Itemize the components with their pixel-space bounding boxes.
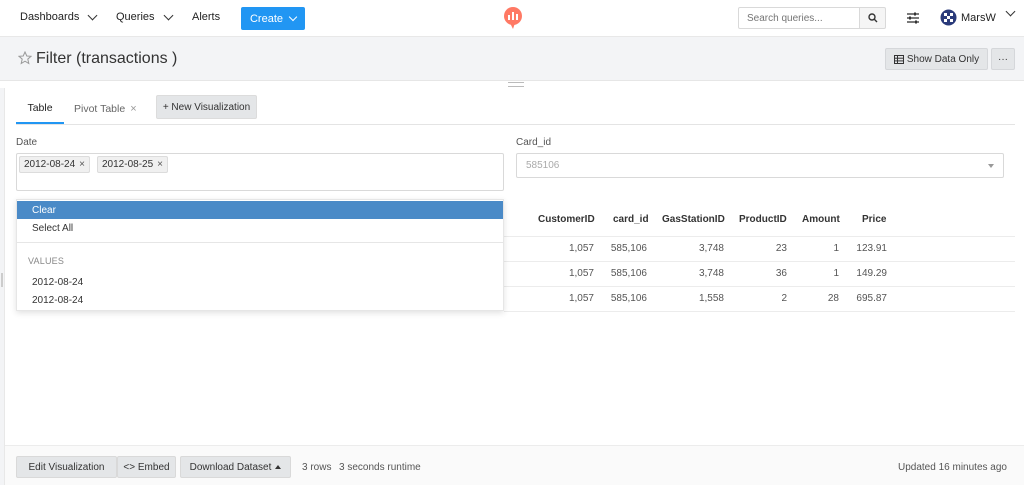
dropdown-group-label: VALUES — [28, 256, 65, 266]
table-row-divider — [504, 261, 1015, 262]
dropdown-divider — [17, 242, 503, 243]
chevron-down-icon — [87, 10, 98, 20]
table-cell: 36 — [775, 268, 787, 279]
date-tag-label: 2012-08-24 — [24, 159, 76, 170]
new-visualization-button[interactable]: + New Visualization — [156, 95, 257, 119]
table-cell: 3,748 — [698, 243, 724, 254]
edit-visualization-label: Edit Visualization — [28, 461, 105, 473]
create-button[interactable]: Create — [241, 7, 305, 30]
row-count: 3 rows — [302, 462, 332, 473]
table-cell: 1,057 — [568, 268, 594, 279]
card-id-filter-select[interactable]: 585106 — [516, 153, 1004, 178]
table-cell: 3,748 — [698, 268, 724, 279]
query-footer: Edit Visualization <> Embed Download Dat… — [5, 445, 1024, 485]
chevron-down-icon — [163, 10, 173, 20]
nav-dashboards-label: Dashboards — [20, 11, 80, 23]
column-header-productid[interactable]: ProductID — [739, 214, 787, 225]
more-options-button[interactable]: ··· — [991, 48, 1015, 70]
left-panel-grip[interactable] — [1, 273, 3, 287]
search-input[interactable] — [738, 7, 860, 29]
page-title[interactable]: Filter (transactions ) — [36, 50, 177, 68]
edit-visualization-button[interactable]: Edit Visualization — [16, 456, 117, 478]
column-header-amount[interactable]: Amount — [802, 214, 840, 225]
create-button-label: Create — [249, 12, 284, 25]
settings-sliders-icon[interactable] — [906, 11, 920, 25]
close-icon[interactable]: × — [130, 103, 136, 115]
date-tag: 2012-08-25 × — [97, 156, 168, 173]
redash-logo-icon[interactable] — [503, 6, 523, 30]
date-tag: 2012-08-24 × — [19, 156, 90, 173]
embed-button[interactable]: <> Embed — [117, 456, 176, 478]
show-data-only-label: Show Data Only — [906, 53, 980, 65]
visualization-tabs: Table Pivot Table × + New Visualization — [16, 94, 1015, 125]
tab-pivot-label: Pivot Table — [74, 103, 126, 115]
table-cell: 585,106 — [610, 293, 647, 304]
card-id-filter-label: Card_id — [516, 137, 552, 148]
runtime-text: 3 seconds runtime — [339, 462, 421, 473]
embed-label: <> Embed — [123, 461, 170, 473]
resize-handle[interactable] — [508, 82, 524, 87]
updated-text: Updated 16 minutes ago — [898, 462, 1007, 473]
table-row-divider — [504, 311, 1015, 312]
nav-alerts-label: Alerts — [192, 11, 221, 23]
table-cell: 1,558 — [698, 293, 724, 304]
download-dataset-button[interactable]: Download Dataset — [180, 456, 291, 478]
table-icon — [893, 54, 904, 64]
tab-table-label: Table — [27, 102, 53, 114]
page-header: Filter (transactions ) Show Data Only ··… — [0, 37, 1024, 81]
dropdown-option-select-all[interactable]: Select All — [17, 219, 503, 237]
chevron-down-icon — [288, 12, 298, 21]
caret-up-icon — [275, 465, 282, 469]
date-filter-dropdown: Clear Select All VALUES 2012-08-24 2012-… — [16, 199, 504, 311]
table-cell: 23 — [775, 243, 787, 254]
dropdown-option-value[interactable]: 2012-08-24 — [17, 291, 503, 309]
table-cell: 585,106 — [610, 268, 647, 279]
nav-dashboards[interactable]: Dashboards — [20, 10, 98, 23]
caret-down-icon — [988, 164, 994, 168]
close-icon[interactable]: × — [157, 159, 163, 170]
card-id-value: 585106 — [526, 160, 560, 171]
table-cell: 149.29 — [856, 268, 887, 279]
table-cell: 1 — [833, 268, 839, 279]
avatar[interactable] — [940, 9, 957, 26]
nav-alerts[interactable]: Alerts — [192, 11, 220, 23]
download-dataset-label: Download Dataset — [189, 461, 272, 473]
star-icon[interactable] — [18, 51, 32, 65]
table-row-divider — [504, 286, 1015, 287]
nav-queries[interactable]: Queries — [116, 10, 173, 23]
user-name[interactable]: MarsW — [961, 12, 996, 24]
column-header-customerid[interactable]: CustomerID — [538, 214, 595, 225]
more-icon: ··· — [998, 53, 1008, 65]
tab-table[interactable]: Table — [16, 94, 64, 124]
column-header-price[interactable]: Price — [862, 214, 886, 225]
nav-queries-label: Queries — [116, 11, 155, 23]
dropdown-option-value[interactable]: 2012-08-24 — [17, 273, 503, 291]
table-header-divider — [504, 236, 1015, 237]
date-filter-select[interactable]: 2012-08-24 × 2012-08-25 × — [16, 153, 504, 191]
chevron-down-icon[interactable] — [1005, 6, 1016, 17]
table-cell: 123.91 — [856, 243, 887, 254]
search-icon — [867, 13, 877, 23]
dropdown-option-clear[interactable]: Clear — [17, 201, 503, 219]
table-cell: 1 — [833, 243, 839, 254]
date-filter-label: Date — [16, 137, 38, 148]
tab-pivot-table[interactable]: Pivot Table × — [74, 94, 137, 124]
show-data-only-button[interactable]: Show Data Only — [885, 48, 988, 70]
search-button[interactable] — [860, 7, 886, 29]
column-header-card-id[interactable]: card_id — [613, 214, 649, 225]
new-visualization-label: + New Visualization — [162, 101, 251, 113]
close-icon[interactable]: × — [79, 159, 85, 170]
table-cell: 2 — [781, 293, 787, 304]
top-navbar: Dashboards Queries Alerts Create Search … — [0, 0, 1024, 37]
table-cell: 1,057 — [568, 243, 594, 254]
table-cell: 28 — [827, 293, 839, 304]
table-cell: 585,106 — [610, 243, 647, 254]
table-cell: 695.87 — [856, 293, 887, 304]
column-header-gasstationid[interactable]: GasStationID — [662, 214, 725, 225]
date-tag-label: 2012-08-25 — [102, 159, 154, 170]
table-cell: 1,057 — [568, 293, 594, 304]
